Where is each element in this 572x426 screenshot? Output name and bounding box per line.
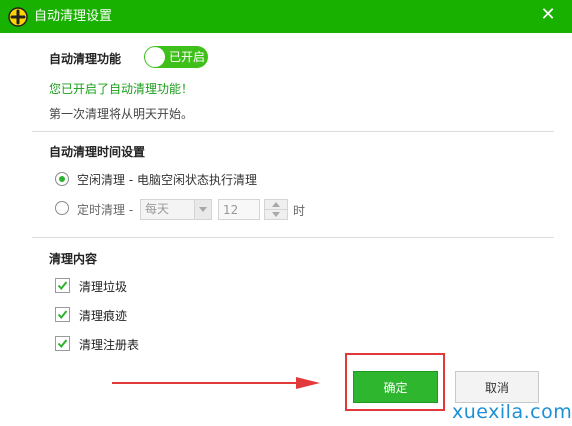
- stepper-down-icon[interactable]: [265, 210, 287, 219]
- close-button[interactable]: ✕: [538, 5, 558, 25]
- checkmark-icon: [57, 339, 68, 349]
- checkmark-icon: [57, 281, 68, 291]
- idle-clean-label: 空闲清理 - 电脑空闲状态执行清理: [77, 173, 257, 187]
- frequency-value: 每天: [145, 202, 170, 216]
- timed-clean-label: 定时清理 -: [77, 203, 134, 217]
- auto-clean-label: 自动清理功能: [49, 52, 122, 66]
- chevron-down-icon: [194, 200, 211, 219]
- schedule-heading: 自动清理时间设置: [49, 145, 146, 159]
- clean-registry-checkbox[interactable]: [55, 336, 70, 351]
- checkmark-icon: [57, 310, 68, 320]
- dialog-content: 自动清理功能 已开启 您已开启了自动清理功能！ 第一次清理将从明天开始。 自动清…: [0, 33, 572, 426]
- toggle-state-text: 已开启: [169, 50, 206, 64]
- toggle-knob: [145, 47, 165, 67]
- timed-clean-radio[interactable]: [55, 201, 69, 215]
- auto-clean-toggle[interactable]: 已开启: [144, 46, 208, 68]
- clean-traces-label: 清理痕迹: [79, 309, 128, 323]
- app-logo-icon: [8, 7, 28, 27]
- title-bar: 自动清理设置 ✕: [0, 0, 572, 33]
- section-divider: [32, 131, 554, 132]
- clean-junk-checkbox[interactable]: [55, 278, 70, 293]
- annotation-arrow-icon: [112, 377, 320, 389]
- hour-unit-label: 时: [293, 204, 306, 218]
- hour-input[interactable]: [218, 199, 260, 220]
- clean-registry-label: 清理注册表: [79, 338, 140, 352]
- stepper-up-icon[interactable]: [265, 200, 287, 210]
- window-title: 自动清理设置: [34, 9, 113, 24]
- clean-traces-checkbox[interactable]: [55, 307, 70, 322]
- confirm-button[interactable]: 确定: [353, 371, 438, 403]
- section-divider: [32, 237, 554, 238]
- frequency-select[interactable]: 每天: [140, 199, 212, 220]
- watermark-text: xuexila.com: [452, 401, 572, 423]
- auto-clean-status-message: 您已开启了自动清理功能！: [49, 82, 194, 96]
- content-heading: 清理内容: [49, 252, 98, 266]
- idle-clean-radio[interactable]: [55, 172, 69, 186]
- close-icon: ✕: [540, 4, 556, 25]
- auto-clean-info-message: 第一次清理将从明天开始。: [49, 107, 194, 121]
- cancel-button[interactable]: 取消: [455, 371, 539, 403]
- clean-junk-label: 清理垃圾: [79, 280, 128, 294]
- hour-stepper[interactable]: [264, 199, 288, 220]
